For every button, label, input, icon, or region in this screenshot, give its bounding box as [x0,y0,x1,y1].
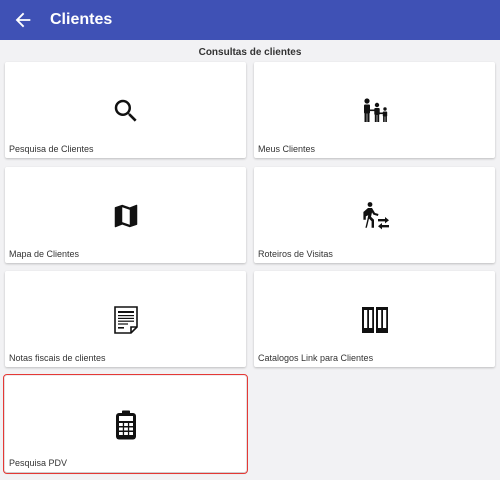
walking-route-icon [362,202,389,230]
card-catalogos-link-para-clientes[interactable]: Catalogos Link para Clientes [254,271,495,367]
card-label: Meus Clientes [258,144,316,154]
people-icon [363,98,387,122]
calculator-icon [115,410,136,440]
arrow-left-icon[interactable] [12,9,34,31]
card-label: Pesquisa de Clientes [9,144,94,154]
card-label: Pesquisa PDV [9,458,68,468]
card-pesquisa-de-clientes[interactable]: Pesquisa de Clientes [5,62,246,158]
card-label: Notas fiscais de clientes [9,353,106,363]
section-title: Consultas de clientes [198,47,302,58]
app-bar: Clientes [0,0,500,40]
map-icon [114,204,137,228]
card-label: Roteiros de Visitas [258,249,333,259]
card-meus-clientes[interactable]: Meus Clientes [254,62,495,158]
page-title: Clientes [50,11,113,28]
card-roteiros-de-visitas[interactable]: Roteiros de Visitas [254,167,495,263]
catalog-book-icon [361,307,388,333]
card-mapa-de-clientes[interactable]: Mapa de Clientes [5,167,246,263]
card-label: Mapa de Clientes [9,249,80,259]
card-pesquisa-pdv[interactable]: Pesquisa PDV [3,374,248,474]
invoice-document-icon [113,306,138,334]
search-icon [114,99,137,122]
card-notas-fiscais-de-clientes[interactable]: Notas fiscais de clientes [5,271,246,367]
card-label: Catalogos Link para Clientes [258,353,374,363]
